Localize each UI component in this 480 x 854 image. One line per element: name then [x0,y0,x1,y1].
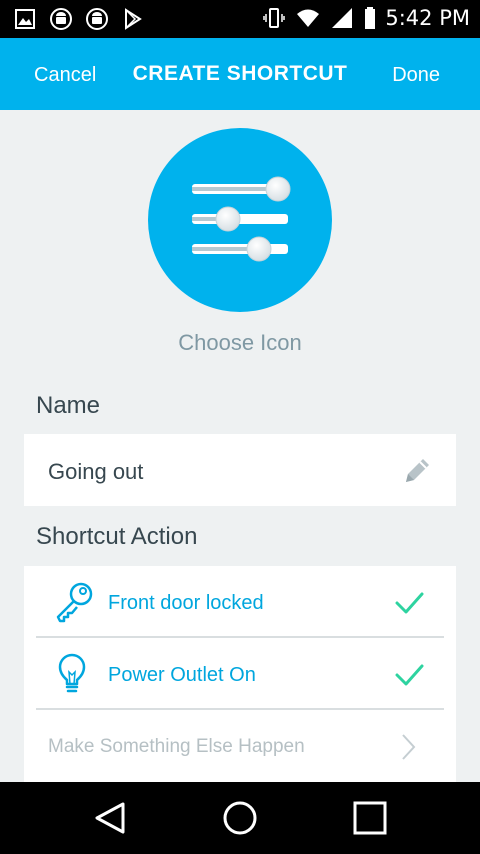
add-action-label: Make Something Else Happen [48,736,305,757]
notification-icons [12,7,146,31]
done-button[interactable]: Done [392,64,440,87]
choose-icon-link[interactable]: Choose Icon [0,330,480,356]
recent-apps-icon[interactable] [350,798,390,838]
chevron-right-icon [402,734,416,760]
lightbulb-icon [58,653,86,693]
page-title: CREATE SHORTCUT [132,62,348,85]
cancel-button[interactable]: Cancel [34,64,96,87]
action-list: Front door locked Power Outlet On Make S… [24,566,456,782]
sliders-icon [192,176,291,262]
signal-icon [332,8,353,28]
add-action-button[interactable]: Make Something Else Happen [36,710,444,782]
battery-icon [365,7,376,29]
android-icon [50,8,72,30]
image-icon [15,9,35,29]
name-section-title: Name [36,392,101,419]
status-bar: 5:42 PM [0,0,480,38]
list-item[interactable]: Front door locked [36,566,444,638]
checkmark-icon [395,592,424,614]
wifi-icon [297,9,320,27]
system-status: 5:42 PM [261,6,470,30]
action-label: Front door locked [108,592,264,614]
name-value[interactable]: Going out [48,459,143,485]
navigation-bar [0,782,480,854]
app-bar: Cancel CREATE SHORTCUT Done [0,38,480,110]
play-store-icon [125,8,142,30]
android-icon [86,8,108,30]
key-icon [56,582,93,623]
shortcut-icon-button[interactable] [148,128,332,312]
checkmark-icon [395,664,424,686]
back-icon[interactable] [90,798,130,838]
shortcut-action-section-title: Shortcut Action [36,523,198,550]
name-field[interactable]: Going out [24,434,456,506]
clock: 5:42 PM [385,6,470,30]
home-icon[interactable] [220,798,260,838]
pencil-icon[interactable] [400,454,434,488]
action-label: Power Outlet On [108,664,256,686]
vibrate-icon [263,8,286,28]
list-item[interactable]: Power Outlet On [36,638,444,710]
